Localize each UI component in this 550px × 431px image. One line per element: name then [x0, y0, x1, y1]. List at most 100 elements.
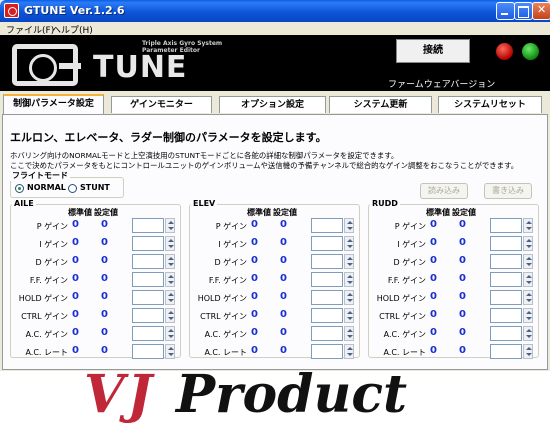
- param-input[interactable]: [490, 218, 522, 233]
- standard-value: 0: [72, 237, 79, 248]
- setting-value: 0: [459, 345, 466, 356]
- param-input[interactable]: [490, 344, 522, 359]
- setting-value: 0: [459, 255, 466, 266]
- col-head-standard: 標準値: [426, 208, 450, 217]
- spin-arrows-icon[interactable]: [165, 308, 175, 323]
- spin-arrows-icon[interactable]: [165, 344, 175, 359]
- setting-value: 0: [459, 291, 466, 302]
- param-label: A.C. ゲイン: [383, 330, 426, 339]
- spin-arrows-icon[interactable]: [165, 290, 175, 305]
- tab-gain-monitor[interactable]: ゲインモニター: [111, 96, 212, 113]
- setting-value: 0: [459, 273, 466, 284]
- param-label: I ゲイン: [218, 240, 247, 249]
- read-button[interactable]: 読み込み: [420, 183, 468, 199]
- spin-arrows-icon[interactable]: [165, 326, 175, 341]
- param-label: P ゲイン: [394, 222, 426, 231]
- spin-arrows-icon[interactable]: [344, 272, 354, 287]
- col-head-setting: 設定値: [452, 208, 476, 217]
- spin-arrows-icon[interactable]: [165, 236, 175, 251]
- setting-value: 0: [280, 237, 287, 248]
- param-input[interactable]: [490, 290, 522, 305]
- setting-value: 0: [280, 273, 287, 284]
- spin-arrows-icon[interactable]: [344, 290, 354, 305]
- setting-value: 0: [280, 255, 287, 266]
- tab-system-update[interactable]: システム更新: [329, 96, 432, 113]
- logo-text: TUNE: [93, 50, 188, 85]
- param-label: A.C. レート: [383, 348, 426, 357]
- standard-value: 0: [72, 219, 79, 230]
- setting-value: 0: [459, 219, 466, 230]
- col-head-standard: 標準値: [247, 208, 271, 217]
- setting-value: 0: [101, 237, 108, 248]
- tab-system-reset[interactable]: システムリセット: [438, 96, 542, 113]
- tab-control-params[interactable]: 制御パラメータ設定: [3, 94, 104, 115]
- param-input[interactable]: [132, 326, 164, 341]
- param-input[interactable]: [132, 290, 164, 305]
- standard-value: 0: [251, 273, 258, 284]
- spin-arrows-icon[interactable]: [523, 290, 533, 305]
- param-input[interactable]: [490, 272, 522, 287]
- param-input[interactable]: [311, 272, 343, 287]
- minimize-button[interactable]: [496, 2, 515, 20]
- radio-stunt[interactable]: [68, 184, 77, 193]
- param-input[interactable]: [311, 326, 343, 341]
- spin-arrows-icon[interactable]: [344, 254, 354, 269]
- standard-value: 0: [430, 327, 437, 338]
- radio-normal[interactable]: [15, 184, 24, 193]
- brand-logo-vj: VJ: [84, 364, 155, 425]
- setting-value: 0: [101, 309, 108, 320]
- param-input[interactable]: [311, 344, 343, 359]
- spin-arrows-icon[interactable]: [165, 272, 175, 287]
- spin-arrows-icon[interactable]: [165, 254, 175, 269]
- param-input[interactable]: [311, 254, 343, 269]
- param-input[interactable]: [311, 218, 343, 233]
- description-line-2: ここで決めたパラメータをもとにコントロールユニットのゲインボリュームや送信機の予…: [10, 161, 519, 170]
- maximize-button[interactable]: [514, 2, 533, 20]
- spin-arrows-icon[interactable]: [523, 308, 533, 323]
- param-input[interactable]: [132, 344, 164, 359]
- param-input[interactable]: [132, 308, 164, 323]
- radio-stunt-label[interactable]: STUNT: [80, 183, 110, 192]
- param-input[interactable]: [490, 254, 522, 269]
- standard-value: 0: [251, 219, 258, 230]
- param-input[interactable]: [490, 326, 522, 341]
- spin-arrows-icon[interactable]: [523, 272, 533, 287]
- setting-value: 0: [280, 291, 287, 302]
- param-input[interactable]: [490, 236, 522, 251]
- spin-arrows-icon[interactable]: [344, 344, 354, 359]
- spin-arrows-icon[interactable]: [344, 308, 354, 323]
- param-input[interactable]: [311, 308, 343, 323]
- param-input[interactable]: [311, 290, 343, 305]
- param-input[interactable]: [132, 272, 164, 287]
- spin-arrows-icon[interactable]: [344, 326, 354, 341]
- app-icon: [4, 3, 19, 18]
- spin-arrows-icon[interactable]: [344, 218, 354, 233]
- param-input[interactable]: [132, 236, 164, 251]
- param-label: D ゲイン: [35, 258, 68, 267]
- param-label: F.F. ゲイン: [29, 276, 68, 285]
- standard-value: 0: [430, 273, 437, 284]
- param-label: A.C. ゲイン: [204, 330, 247, 339]
- spin-arrows-icon[interactable]: [523, 344, 533, 359]
- param-input[interactable]: [311, 236, 343, 251]
- spin-arrows-icon[interactable]: [523, 236, 533, 251]
- spin-arrows-icon[interactable]: [523, 218, 533, 233]
- connect-button[interactable]: 接続: [396, 39, 470, 63]
- col-head-setting: 設定値: [94, 208, 118, 217]
- axis-title: AILE: [12, 199, 36, 208]
- col-head-setting: 設定値: [273, 208, 297, 217]
- spin-arrows-icon[interactable]: [344, 236, 354, 251]
- spin-arrows-icon[interactable]: [523, 254, 533, 269]
- close-button[interactable]: [532, 2, 550, 20]
- spin-arrows-icon[interactable]: [523, 326, 533, 341]
- brand-logo-product: Product: [176, 364, 408, 425]
- param-label: F.F. ゲイン: [208, 276, 247, 285]
- radio-normal-label[interactable]: NORMAL: [27, 183, 66, 192]
- param-input[interactable]: [132, 254, 164, 269]
- param-label: P ゲイン: [36, 222, 68, 231]
- spin-arrows-icon[interactable]: [165, 218, 175, 233]
- param-input[interactable]: [132, 218, 164, 233]
- tab-options[interactable]: オプション設定: [219, 96, 326, 113]
- write-button[interactable]: 書き込み: [484, 183, 532, 199]
- param-input[interactable]: [490, 308, 522, 323]
